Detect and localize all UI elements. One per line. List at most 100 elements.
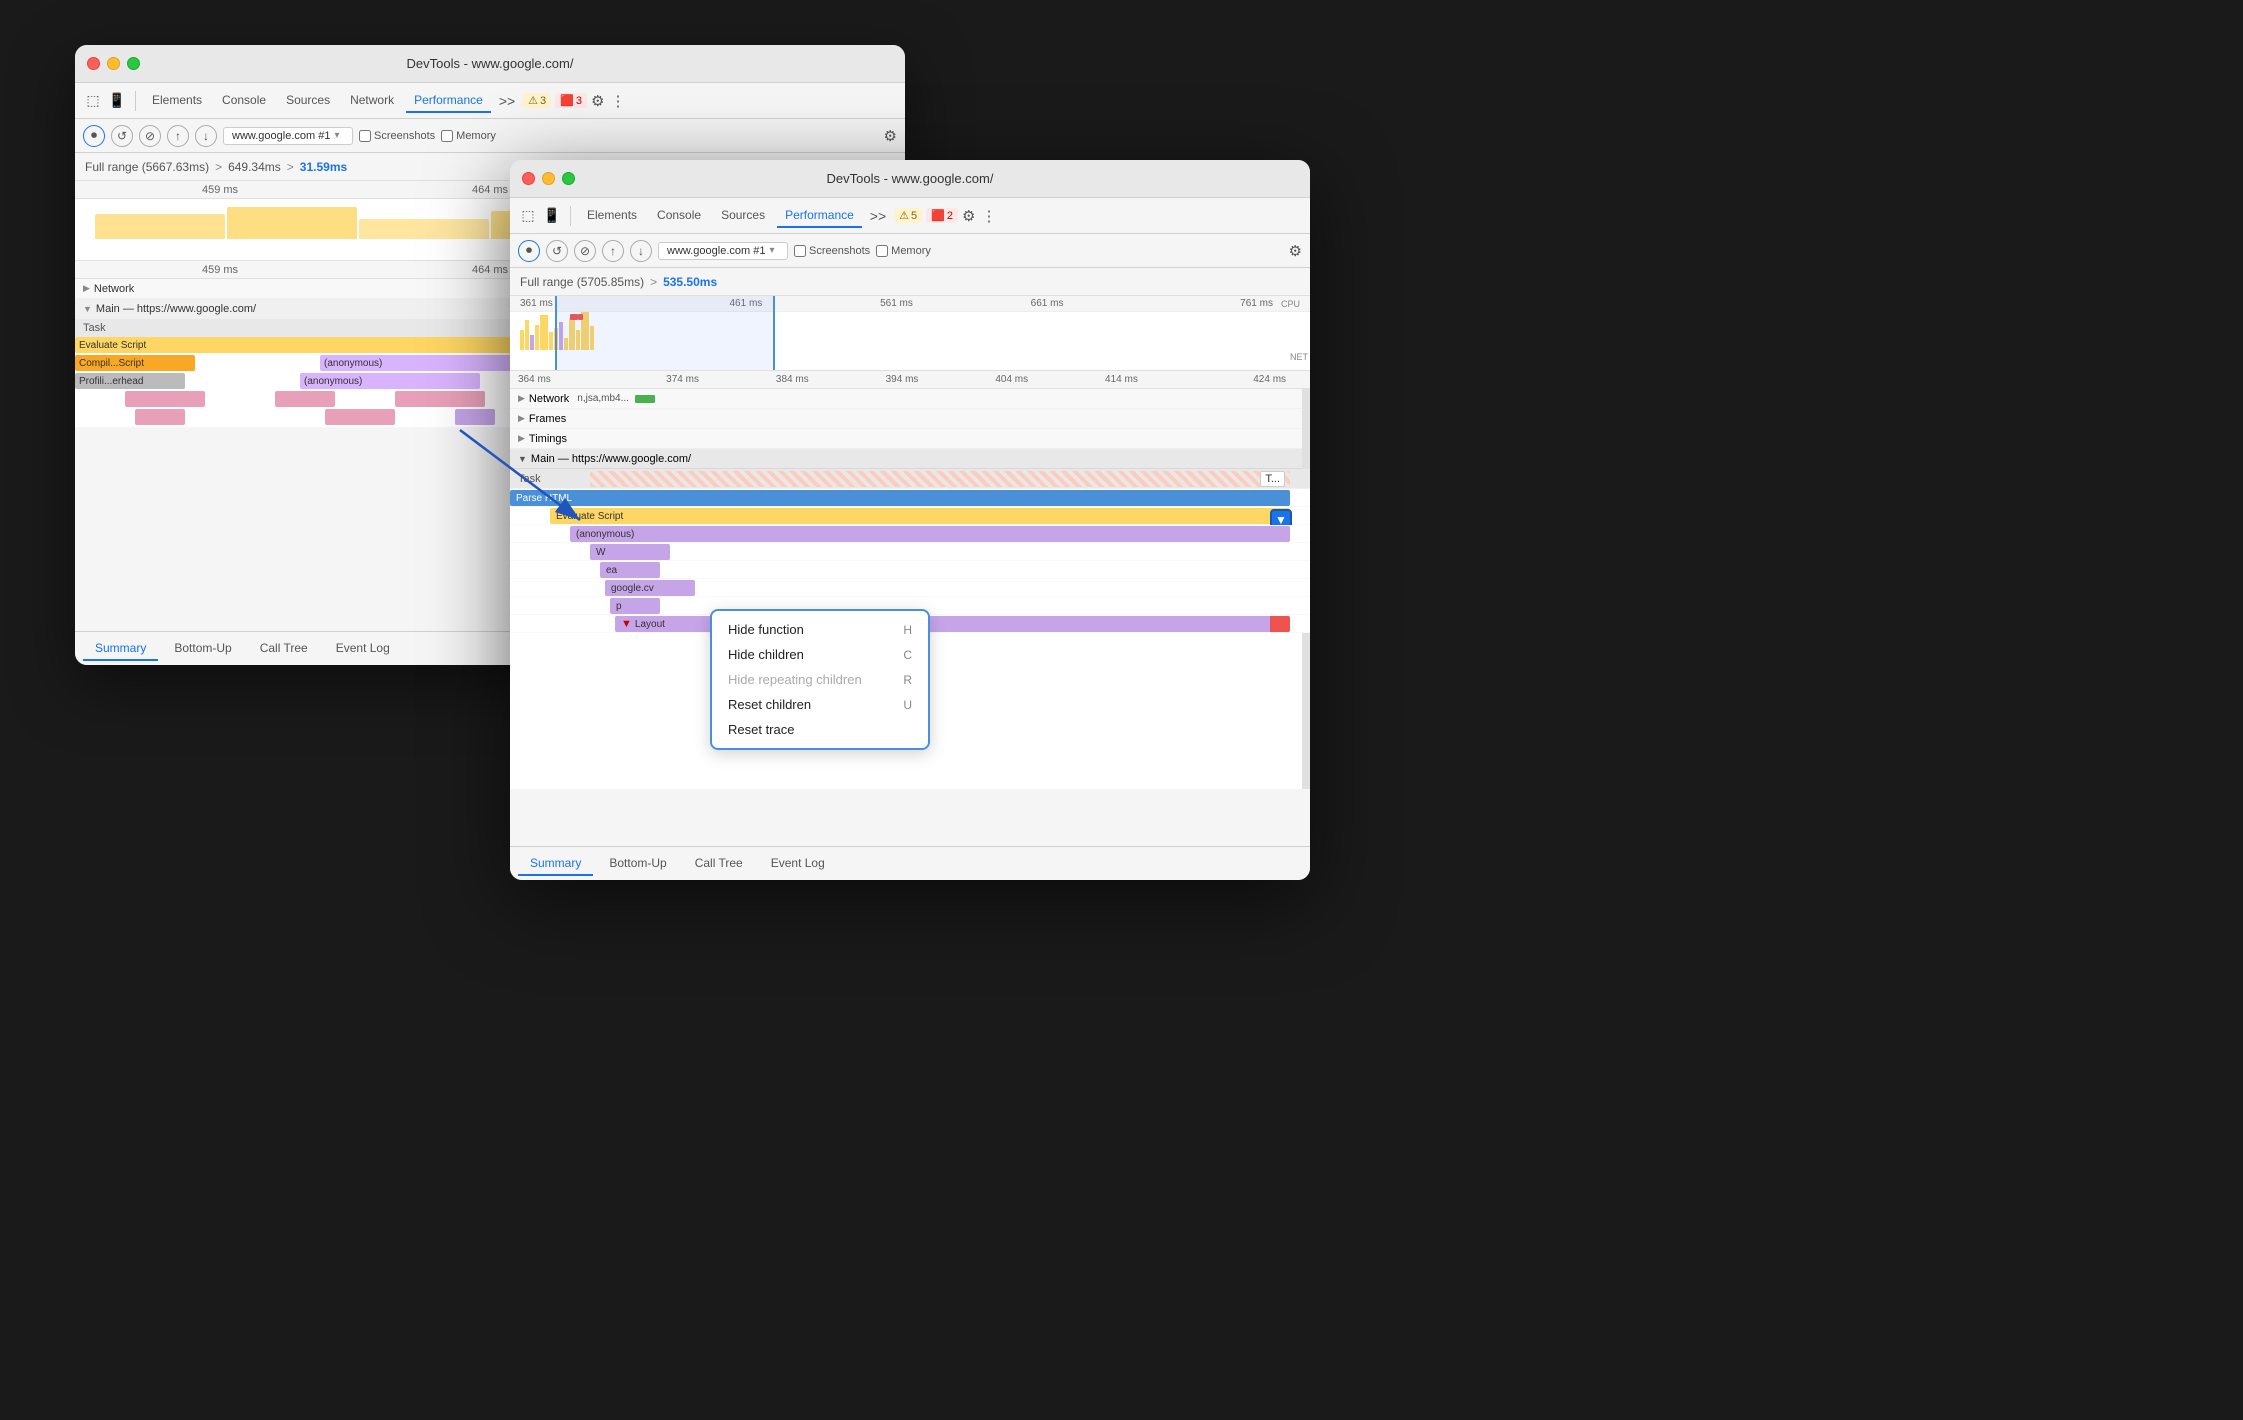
memory-checkbox-back[interactable]: Memory	[441, 130, 496, 142]
traffic-lights-back	[87, 57, 140, 70]
maximize-button-back[interactable]	[127, 57, 140, 70]
tab-performance-front[interactable]: Performance	[777, 204, 862, 228]
anon-row-front: (anonymous)	[510, 525, 1310, 543]
device-icon-back[interactable]: 📱	[107, 91, 127, 111]
p-bar-front[interactable]: p	[610, 598, 660, 614]
tab-performance-back[interactable]: Performance	[406, 89, 491, 113]
network-triangle-front: ▶	[518, 393, 525, 404]
bottom-tab-eventlog-front[interactable]: Event Log	[759, 852, 837, 876]
more-tabs-back[interactable]: >>	[495, 93, 519, 109]
task-hatch-bar[interactable]	[590, 471, 1290, 487]
tab-elements-front[interactable]: Elements	[579, 204, 645, 228]
minimize-button-front[interactable]	[542, 172, 555, 185]
screenshots-check-front[interactable]	[794, 245, 806, 257]
bottom-tab-calltree-front[interactable]: Call Tree	[683, 852, 755, 876]
clear-btn-front[interactable]: ⊘	[574, 240, 596, 262]
warn-badge-front[interactable]: ⚠ 5	[894, 208, 922, 223]
frames-section-front: ▶ Frames	[510, 409, 1310, 429]
screenshots-checkbox-front[interactable]: Screenshots	[794, 245, 870, 257]
pink-bar3-back[interactable]	[395, 391, 485, 407]
tab-console-back[interactable]: Console	[214, 89, 274, 113]
close-button-back[interactable]	[87, 57, 100, 70]
cpu-bar1	[520, 330, 524, 350]
screenshots-label-front: Screenshots	[809, 245, 870, 257]
memory-check-front[interactable]	[876, 245, 888, 257]
refresh-btn-back[interactable]: ↺	[111, 125, 133, 147]
refresh-btn-front[interactable]: ↺	[546, 240, 568, 262]
settings-icon-back[interactable]: ⚙	[591, 92, 604, 110]
eval-script-bar-front[interactable]: Evaluate Script	[550, 508, 1290, 524]
profili-bar-back[interactable]: Profili...erhead	[75, 373, 185, 389]
pink-bar2-back[interactable]	[275, 391, 335, 407]
ctx-hide-function-label: Hide function	[728, 622, 804, 637]
inspect-icon-back[interactable]: ⬚	[83, 91, 103, 111]
bottom-tab-summary-back[interactable]: Summary	[83, 637, 158, 661]
more-tabs-front[interactable]: >>	[866, 208, 890, 224]
anon-bar-front[interactable]: (anonymous)	[570, 526, 1290, 542]
timeline-overview-front[interactable]: 361 ms 461 ms 561 ms 661 ms 761 ms CPU	[510, 296, 1310, 371]
ctx-reset-trace-label: Reset trace	[728, 722, 794, 737]
bottom-tab-bottomup-back[interactable]: Bottom-Up	[162, 637, 243, 661]
range-arrow-front: >	[650, 275, 657, 289]
tab-elements-back[interactable]: Elements	[144, 89, 210, 113]
memory-check-back[interactable]	[441, 130, 453, 142]
err-icon-front: 🟥	[931, 209, 945, 222]
upload-btn-back[interactable]: ↑	[167, 125, 189, 147]
err-badge-front[interactable]: 🟥 2	[926, 208, 958, 223]
close-button-front[interactable]	[522, 172, 535, 185]
screenshots-checkbox-back[interactable]: Screenshots	[359, 130, 435, 142]
screenshots-check-back[interactable]	[359, 130, 371, 142]
timeline-selection-front[interactable]	[555, 296, 775, 370]
download-btn-back[interactable]: ↓	[195, 125, 217, 147]
bottom-tab-calltree-back[interactable]: Call Tree	[248, 637, 320, 661]
device-icon-front[interactable]: 📱	[542, 206, 562, 226]
layout-red-marker	[1270, 616, 1290, 632]
tab-sources-back[interactable]: Sources	[278, 89, 338, 113]
ctx-reset-children[interactable]: Reset children U	[712, 692, 928, 717]
ctx-hide-children[interactable]: Hide children C	[712, 642, 928, 667]
ea-bar-front[interactable]: ea	[600, 562, 660, 578]
w-bar-front[interactable]: W	[590, 544, 670, 560]
record-btn-front[interactable]: ⏺	[518, 240, 540, 262]
url-bar-back[interactable]: www.google.com #1 ▾	[223, 127, 353, 145]
bottom-tab-bottomup-front[interactable]: Bottom-Up	[597, 852, 678, 876]
tab-sources-front[interactable]: Sources	[713, 204, 773, 228]
parse-html-bar[interactable]: Parse HTML	[510, 490, 1290, 506]
clear-btn-back[interactable]: ⊘	[139, 125, 161, 147]
download-btn-front[interactable]: ↓	[630, 240, 652, 262]
ctx-hide-function[interactable]: Hide function H	[712, 617, 928, 642]
memory-checkbox-front[interactable]: Memory	[876, 245, 931, 257]
err-badge-back[interactable]: 🟥 3	[555, 93, 587, 108]
compil-bar-back[interactable]: Compil...Script	[75, 355, 195, 371]
tl2-1-back: 459 ms	[85, 264, 355, 276]
maximize-button-front[interactable]	[562, 172, 575, 185]
ctx-hide-function-shortcut: H	[903, 623, 912, 637]
more-options-front[interactable]: ⋮	[981, 207, 996, 225]
more-options-back[interactable]: ⋮	[610, 92, 625, 110]
minimize-button-back[interactable]	[107, 57, 120, 70]
warn-badge-back[interactable]: ⚠ 3	[523, 93, 551, 108]
url-bar-front[interactable]: www.google.com #1 ▾	[658, 242, 788, 260]
inspect-icon-front[interactable]: ⬚	[518, 206, 538, 226]
ctx-hide-repeating: Hide repeating children R	[712, 667, 928, 692]
tl-top-3-front: 561 ms	[821, 298, 972, 309]
purple-bar1-back[interactable]	[455, 409, 495, 425]
google-cv-bar-front[interactable]: google.cv	[605, 580, 695, 596]
pink-bar4-back[interactable]	[135, 409, 185, 425]
bottom-tab-eventlog-back[interactable]: Event Log	[324, 637, 402, 661]
tab-console-front[interactable]: Console	[649, 204, 709, 228]
record-btn-back[interactable]: ⏺	[83, 125, 105, 147]
tab-network-back[interactable]: Network	[342, 89, 402, 113]
task-label-front: Task	[518, 473, 541, 485]
pink-bar5-back[interactable]	[325, 409, 395, 425]
upload-btn-front[interactable]: ↑	[602, 240, 624, 262]
perf-settings-back[interactable]: ⚙	[884, 127, 897, 145]
settings-icon-front[interactable]: ⚙	[962, 207, 975, 225]
bottom-tab-summary-front[interactable]: Summary	[518, 852, 593, 876]
pink-bar1-back[interactable]	[125, 391, 205, 407]
anon2-bar-back[interactable]: (anonymous)	[300, 373, 480, 389]
main-triangle-back: ▼	[83, 304, 92, 314]
anon1-bar-back[interactable]: (anonymous)	[320, 355, 520, 371]
ctx-reset-trace[interactable]: Reset trace	[712, 717, 928, 742]
perf-settings-front[interactable]: ⚙	[1289, 242, 1302, 260]
